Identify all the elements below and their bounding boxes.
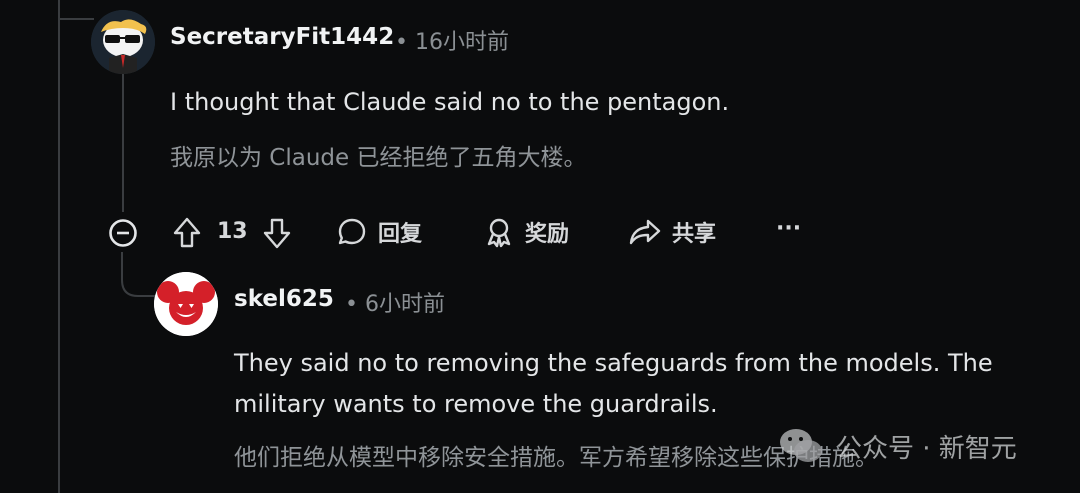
collapse-thread-button[interactable] [108,218,138,252]
avatar[interactable] [154,272,218,336]
vote-count: 13 [217,219,248,244]
upvote-arrow-icon [173,217,201,248]
wechat-icon [780,429,822,462]
watermark: 公众号 · 新智元 [778,426,1017,466]
more-options-button[interactable]: ··· [776,216,801,241]
downvote-button[interactable] [262,216,292,254]
thread-line-outer [58,0,60,493]
share-label: 共享 [672,222,717,247]
comment-body: I thought that Claude said no to the pen… [170,88,730,116]
comment-username[interactable]: SecretaryFit1442 [170,24,394,50]
comment-username[interactable]: skel625 [234,286,334,312]
comment-bubble-icon [338,218,366,245]
upvote-button[interactable] [172,216,202,254]
comment-body-line2: military wants to remove the guardrails. [234,390,718,418]
thread-connector-reply [121,252,159,297]
reply-button[interactable]: 回复 [336,216,422,248]
share-arrow-icon [629,219,661,245]
comment-timestamp: • 6小时前 [345,292,445,317]
comment-timestamp: • 16小时前 [395,30,509,55]
share-button[interactable]: 共享 [628,216,716,248]
comment-translation: 我原以为 Claude 已经拒绝了五角大楼。 [170,145,587,171]
more-options-icon: ··· [776,216,802,241]
thread-connector-top [60,18,94,20]
downvote-arrow-icon [263,218,291,249]
award-label: 奖励 [525,222,570,247]
vote-count-label: 13 [217,219,248,244]
avatar[interactable] [91,10,155,74]
snoo-sunglasses-avatar-icon [91,10,155,74]
watermark-text: 公众号 · 新智元 [836,433,1017,464]
thread-line-comment [122,72,124,212]
red-mouse-helmet-avatar-icon [154,272,218,336]
reply-label: 回复 [378,222,423,247]
comment-body-line1: They said no to removing the safeguards … [234,349,993,377]
award-ribbon-icon [487,218,511,248]
minus-circle-icon [109,219,137,247]
award-button[interactable]: 奖励 [483,216,569,248]
